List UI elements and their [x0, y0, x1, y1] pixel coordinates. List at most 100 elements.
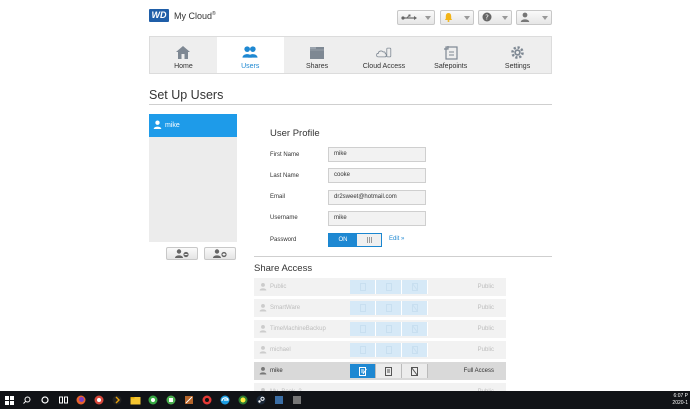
edit-password-link[interactable]: Edit » [389, 236, 404, 242]
permission-selector [350, 343, 428, 357]
app-green-icon[interactable] [162, 391, 180, 409]
no-access-icon[interactable] [402, 280, 428, 294]
firefox-icon[interactable] [72, 391, 90, 409]
user-add-icon [213, 245, 227, 263]
plex-icon[interactable] [108, 391, 126, 409]
search-icon[interactable] [18, 391, 36, 409]
app-green-icon[interactable] [144, 391, 162, 409]
help-menu-button[interactable]: ? [478, 10, 512, 25]
password-toggle[interactable]: ON [328, 233, 382, 247]
user-icon [259, 303, 267, 314]
page-title: Set Up Users [149, 88, 224, 102]
username-label: Username [270, 215, 298, 221]
read-write-icon[interactable] [350, 364, 376, 378]
alerts-menu-button[interactable] [440, 10, 474, 25]
user-remove-icon [175, 245, 189, 263]
windows-start-icon[interactable] [0, 391, 18, 409]
last-name-label: Last Name [270, 173, 300, 179]
user-icon [259, 324, 267, 335]
chevron-down-icon [542, 15, 548, 20]
user-icon [259, 366, 267, 377]
share-access-title: Share Access [254, 263, 313, 274]
read-write-icon[interactable] [350, 280, 376, 294]
no-access-icon[interactable] [402, 343, 428, 357]
user-icon [259, 345, 267, 356]
no-access-icon[interactable] [402, 301, 428, 315]
user-list: mike [149, 114, 237, 242]
read-write-icon[interactable] [350, 343, 376, 357]
permission-selector [350, 364, 428, 378]
read-write-icon[interactable] [350, 301, 376, 315]
taskbar-clock[interactable]: 6:07 P 2020-1 [672, 393, 688, 407]
read-only-icon[interactable] [376, 343, 402, 357]
first-name-field[interactable]: mike [328, 147, 426, 162]
chevron-down-icon [425, 15, 431, 20]
user-profile-title: User Profile [270, 128, 320, 139]
no-access-icon[interactable] [402, 364, 428, 378]
toggle-grip-icon [357, 234, 381, 246]
read-write-icon[interactable] [350, 322, 376, 336]
remove-user-button[interactable] [166, 247, 198, 260]
add-user-button[interactable] [204, 247, 236, 260]
help-icon: ? [482, 9, 492, 27]
app-icon[interactable] [198, 391, 216, 409]
main-nav: Home Users Shares Cloud Access Safepoint… [149, 36, 552, 74]
bell-icon [444, 9, 453, 27]
password-toggle-on: ON [329, 234, 357, 246]
user-icon [153, 120, 162, 131]
app-icon[interactable] [288, 391, 306, 409]
app-icon[interactable] [180, 391, 198, 409]
steam-icon[interactable] [252, 391, 270, 409]
brand-title: My Cloud® [174, 11, 216, 21]
chevron-down-icon [464, 15, 470, 20]
cloud-device-icon [376, 44, 392, 60]
nav-users[interactable]: Users [216, 37, 284, 73]
wd-logo: WD [149, 9, 169, 22]
share-row: SmartWare Public [254, 299, 506, 317]
nav-shares[interactable]: Shares [284, 37, 351, 73]
email-field[interactable]: dr2sweet@hotmail.com [328, 190, 426, 205]
usb-menu-button[interactable] [397, 10, 435, 25]
safepoint-icon [443, 44, 459, 60]
title-divider [149, 104, 552, 105]
cortana-icon[interactable] [36, 391, 54, 409]
folder-icon [309, 44, 325, 60]
account-menu-button[interactable] [516, 10, 552, 25]
task-view-icon[interactable] [54, 391, 72, 409]
section-divider [254, 256, 552, 257]
username-field[interactable]: mike [328, 211, 426, 226]
password-label: Password [270, 237, 297, 243]
wd-my-cloud-dashboard: WD My Cloud® ? Home Users Shares Cloud A… [0, 0, 690, 409]
permission-selector [350, 280, 428, 294]
home-icon [175, 44, 191, 60]
read-only-icon[interactable] [376, 364, 402, 378]
first-name-label: First Name [270, 152, 300, 158]
nav-home[interactable]: Home [150, 37, 217, 73]
user-icon [259, 282, 267, 293]
permission-selector [350, 322, 428, 336]
usb-icon [401, 9, 417, 27]
app-icon[interactable] [234, 391, 252, 409]
email-label: Email [270, 194, 286, 200]
read-only-icon[interactable] [376, 322, 402, 336]
taskbar: 6:07 P 2020-1 [0, 391, 690, 409]
users-icon [242, 44, 258, 60]
last-name-field[interactable]: cooke [328, 168, 426, 183]
share-row-selected[interactable]: mike Full Access [254, 362, 506, 380]
share-row: Public Public [254, 278, 506, 296]
gear-icon [510, 44, 526, 60]
share-row: michael Public [254, 341, 506, 359]
app-icon[interactable] [90, 391, 108, 409]
edge-icon[interactable] [216, 391, 234, 409]
nav-settings[interactable]: Settings [484, 37, 551, 73]
read-only-icon[interactable] [376, 280, 402, 294]
user-list-item-selected[interactable]: mike [149, 114, 237, 137]
no-access-icon[interactable] [402, 322, 428, 336]
permission-selector [350, 301, 428, 315]
nav-safepoints[interactable]: Safepoints [417, 37, 484, 73]
read-only-icon[interactable] [376, 301, 402, 315]
svg-text:?: ? [485, 13, 489, 21]
file-explorer-icon[interactable] [126, 391, 144, 409]
nav-cloud-access[interactable]: Cloud Access [350, 37, 417, 73]
app-icon[interactable] [270, 391, 288, 409]
